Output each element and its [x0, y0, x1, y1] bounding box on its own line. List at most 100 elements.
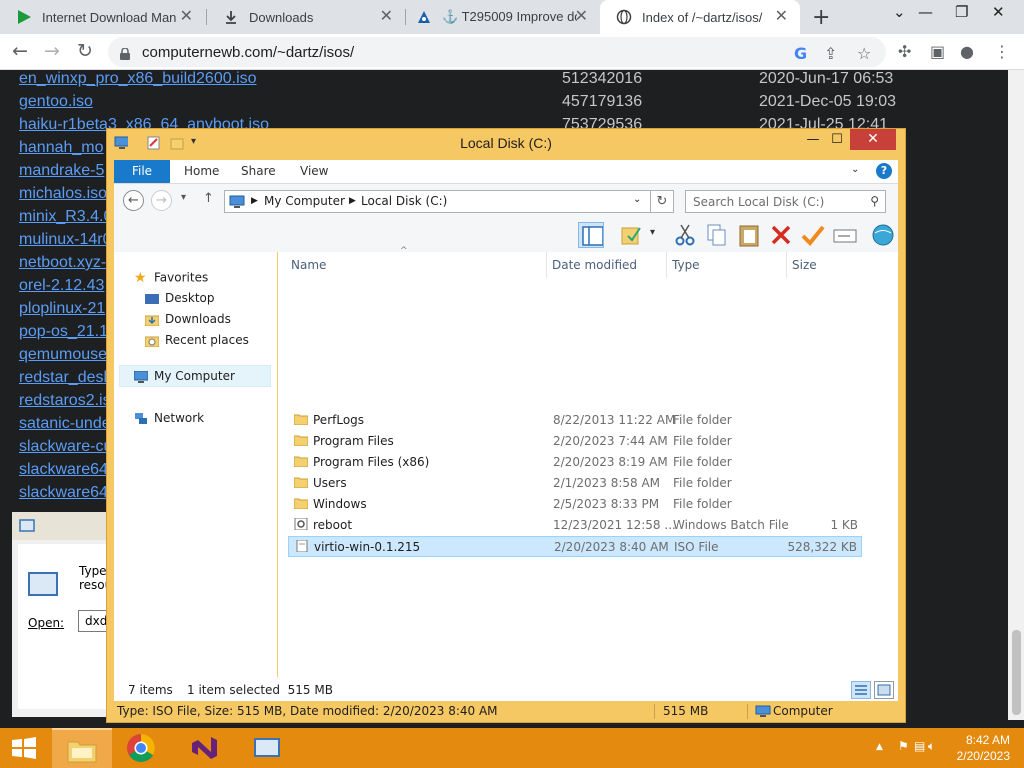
- recent-locations-dropdown-icon[interactable]: ▾: [181, 192, 186, 203]
- network-globe-icon[interactable]: [870, 222, 896, 248]
- file-row[interactable]: reboot 12/23/2021 12:58 ... Windows Batc…: [288, 515, 862, 536]
- file-row[interactable]: Program Files (x86) 2/20/2023 8:19 AM Fi…: [288, 452, 862, 473]
- file-row[interactable]: PerfLogs 8/22/2013 11:22 AM File folder: [288, 410, 862, 431]
- tab-share[interactable]: Share: [241, 164, 276, 178]
- tab-home[interactable]: Home: [184, 164, 219, 178]
- close-icon[interactable]: ✕: [575, 8, 588, 24]
- breadcrumb-local-disk[interactable]: Local Disk (C:): [361, 194, 447, 208]
- url-text[interactable]: computernewb.com/~dartz/isos/: [142, 44, 354, 61]
- share-icon[interactable]: ⇪: [824, 44, 837, 63]
- properties-dropdown-icon[interactable]: ▾: [650, 227, 655, 238]
- column-size[interactable]: Size: [792, 258, 817, 272]
- address-dropdown-icon[interactable]: ⌄: [633, 194, 641, 205]
- tab-downloads[interactable]: Downloads ✕: [207, 0, 405, 34]
- column-divider[interactable]: [546, 252, 547, 278]
- file-link[interactable]: qemumouse: [19, 346, 107, 364]
- file-link[interactable]: redstar_desk: [19, 369, 112, 387]
- file-link[interactable]: mandrake-5: [19, 162, 104, 180]
- tab-phabricator-task[interactable]: ⚓ T295009 Improve dow ✕: [400, 0, 600, 34]
- file-link[interactable]: satanic-unde: [19, 415, 111, 433]
- cut-icon[interactable]: [672, 222, 698, 248]
- page-scrollbar[interactable]: [1008, 70, 1024, 720]
- explorer-address-bar[interactable]: ▶ My Computer ▶ Local Disk (C:) ⌄: [224, 190, 654, 213]
- forward-button[interactable]: →: [44, 40, 60, 62]
- taskbar-run[interactable]: [238, 728, 298, 768]
- rename-icon[interactable]: [832, 222, 858, 248]
- back-button[interactable]: ←: [123, 190, 144, 211]
- close-window-button[interactable]: ✕: [992, 3, 1005, 21]
- up-arrow-icon[interactable]: ↑: [203, 191, 214, 206]
- preview-pane-icon[interactable]: [578, 222, 604, 248]
- help-icon[interactable]: ?: [876, 163, 892, 179]
- taskbar-chrome[interactable]: [112, 728, 172, 768]
- tab-file[interactable]: File: [114, 160, 170, 183]
- nav-recent-places[interactable]: Recent places: [145, 333, 249, 347]
- file-link[interactable]: pop-os_21.1: [19, 323, 108, 341]
- nav-desktop[interactable]: Desktop: [145, 291, 215, 305]
- file-row[interactable]: Users 2/1/2023 8:58 AM File folder: [288, 473, 862, 494]
- system-clock[interactable]: 8:42 AM 2/20/2023: [930, 732, 1010, 764]
- tab-internet-download-manager[interactable]: Internet Download Mana ✕: [0, 0, 205, 34]
- file-link[interactable]: gentoo.iso: [19, 93, 93, 111]
- file-link[interactable]: mulinux-14r0: [19, 231, 111, 249]
- file-link[interactable]: minix_R3.4.0: [19, 208, 112, 226]
- large-icons-view-button[interactable]: [874, 681, 894, 699]
- profile-avatar-icon[interactable]: ●: [960, 42, 974, 61]
- nav-network[interactable]: Network: [134, 411, 204, 425]
- column-divider[interactable]: [786, 252, 787, 278]
- column-name[interactable]: Name: [291, 258, 326, 272]
- tab-search-chevron-icon[interactable]: ⌄: [893, 3, 906, 21]
- checkmark-icon[interactable]: [800, 222, 826, 248]
- delete-icon[interactable]: [768, 222, 794, 248]
- extensions-puzzle-icon[interactable]: ✣: [898, 42, 911, 61]
- copy-icon[interactable]: [704, 222, 730, 248]
- close-icon[interactable]: ✕: [775, 8, 788, 24]
- tray-expand-icon[interactable]: ▲: [876, 742, 883, 752]
- nav-downloads[interactable]: Downloads: [145, 312, 231, 326]
- address-bar[interactable]: computernewb.com/~dartz/isos/ G ⇪ ☆: [108, 37, 886, 67]
- file-row[interactable]: Windows 2/5/2023 8:33 PM File folder: [288, 494, 862, 515]
- minimize-button[interactable]: —: [918, 3, 933, 21]
- ribbon-expand-chevron-icon[interactable]: ⌄: [851, 164, 859, 175]
- close-icon[interactable]: ✕: [380, 8, 393, 24]
- close-button[interactable]: ✕: [850, 129, 896, 150]
- google-icon[interactable]: G: [794, 44, 807, 63]
- breadcrumb-chevron-icon[interactable]: ▶: [251, 196, 258, 206]
- nav-favorites[interactable]: ★ Favorites: [134, 270, 208, 286]
- file-link[interactable]: slackware64: [19, 461, 108, 479]
- menu-kebab-icon[interactable]: ⋮: [994, 42, 1010, 61]
- explorer-titlebar[interactable]: ▾ Local Disk (C:) — ☐ ✕: [107, 129, 905, 159]
- tab-index-of-isos[interactable]: Index of /~dartz/isos/ ✕: [600, 0, 800, 34]
- file-link[interactable]: michalos.iso: [19, 185, 107, 203]
- nav-my-computer[interactable]: My Computer: [134, 369, 235, 383]
- new-tab-button[interactable]: +: [812, 5, 830, 30]
- column-divider[interactable]: [666, 252, 667, 278]
- properties-icon[interactable]: [618, 222, 644, 248]
- file-link[interactable]: hannah_mo: [19, 139, 104, 157]
- refresh-button[interactable]: ↻: [650, 190, 674, 213]
- breadcrumb-my-computer[interactable]: My Computer: [264, 194, 345, 208]
- file-link[interactable]: orel-2.12.43: [19, 277, 104, 295]
- file-row[interactable]: Program Files 2/20/2023 7:44 AM File fol…: [288, 431, 862, 452]
- bookmark-star-icon[interactable]: ☆: [857, 44, 871, 63]
- maximize-button[interactable]: ☐: [825, 129, 849, 150]
- close-icon[interactable]: ✕: [180, 8, 193, 24]
- file-link[interactable]: en_winxp_pro_x86_build2600.iso: [19, 70, 257, 88]
- tab-view[interactable]: View: [300, 164, 328, 178]
- search-input[interactable]: Search Local Disk (C:) ⚲: [685, 190, 886, 213]
- column-date-modified[interactable]: Date modified: [552, 258, 637, 272]
- forward-button[interactable]: →: [151, 190, 172, 211]
- column-type[interactable]: Type: [672, 258, 700, 272]
- file-link[interactable]: slackware-cu: [19, 438, 112, 456]
- taskbar-visual-studio[interactable]: [175, 728, 235, 768]
- file-row-selected[interactable]: virtio-win-0.1.215 2/20/2023 8:40 AM ISO…: [288, 536, 862, 557]
- restore-button[interactable]: ❐: [955, 3, 968, 21]
- scrollbar-thumb[interactable]: [1012, 630, 1021, 715]
- back-button[interactable]: ←: [12, 40, 28, 62]
- taskbar-file-explorer[interactable]: [52, 728, 112, 768]
- breadcrumb-chevron-icon[interactable]: ▶: [349, 196, 356, 206]
- file-link[interactable]: ploplinux-21: [19, 300, 105, 318]
- file-link[interactable]: redstaros2.is: [19, 392, 111, 410]
- windows-start-icon[interactable]: [10, 737, 38, 759]
- reload-button[interactable]: ↻: [77, 40, 93, 62]
